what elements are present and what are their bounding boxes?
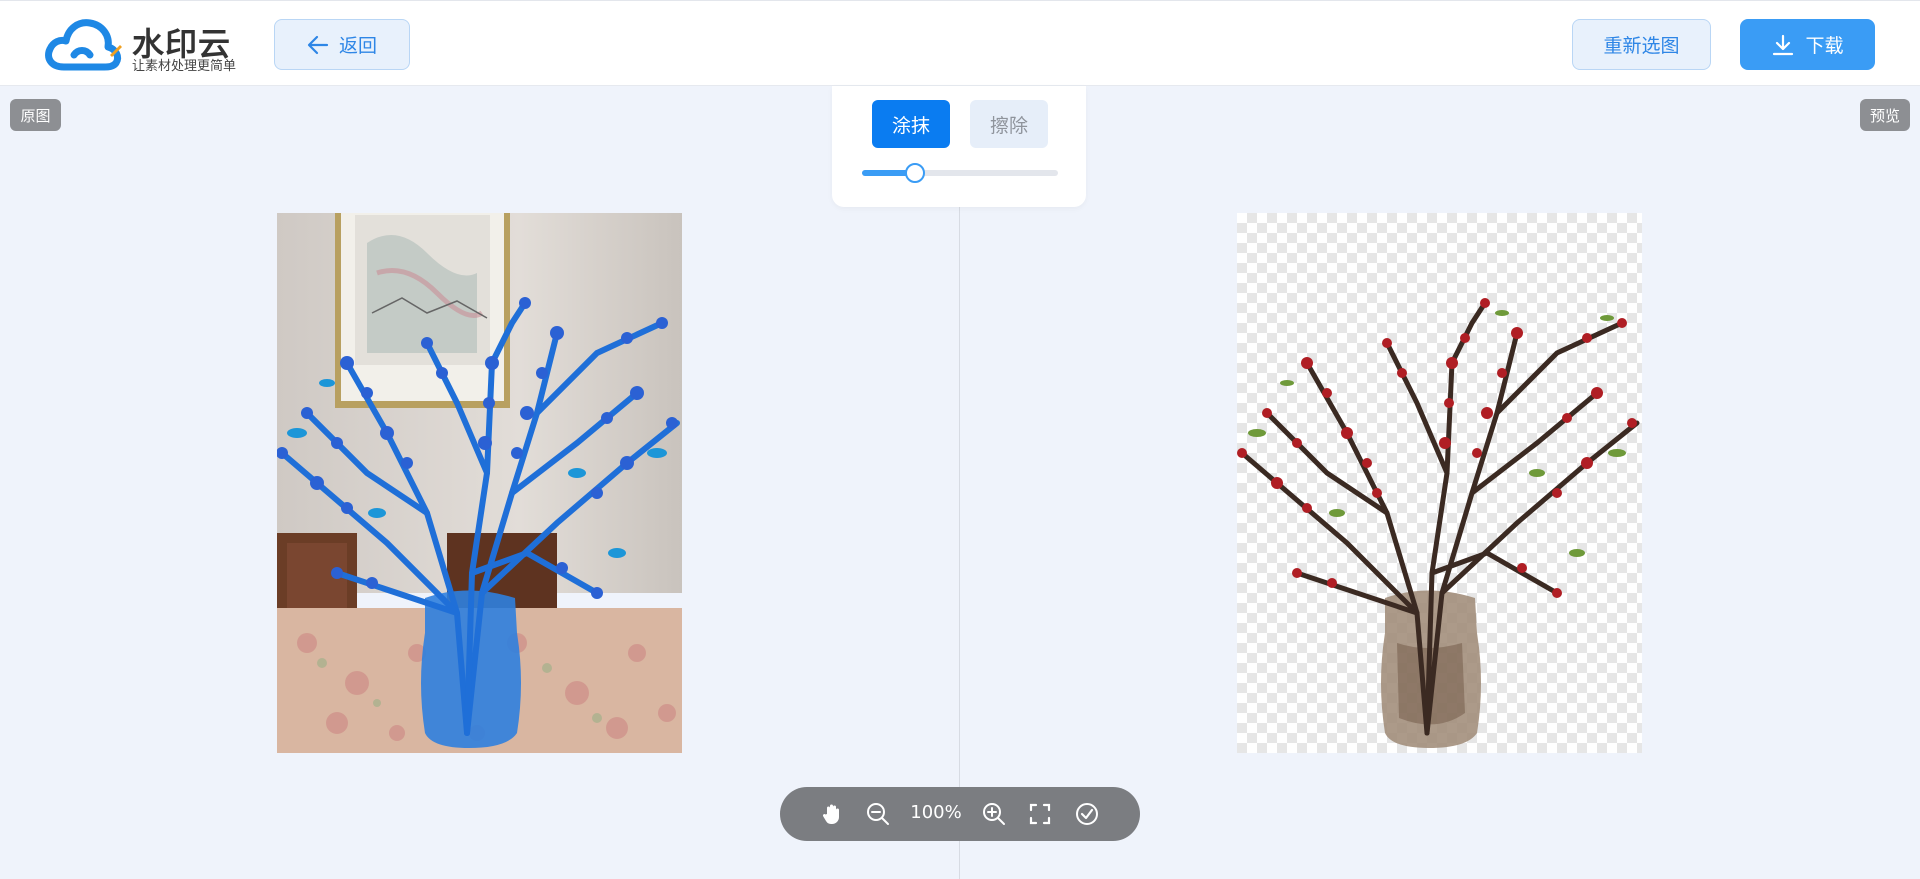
download-icon xyxy=(1773,34,1794,55)
preview-image[interactable] xyxy=(1237,213,1642,753)
check-circle-icon[interactable] xyxy=(1073,800,1101,828)
brush-size-slider[interactable] xyxy=(862,163,1058,183)
erase-mode-button[interactable]: 擦除 xyxy=(970,100,1048,148)
zoom-out-icon[interactable] xyxy=(864,800,892,828)
reselect-image-button[interactable]: 重新选图 xyxy=(1572,19,1711,70)
top-header: 水印云 让素材处理更简单 返回 重新选图 下载 xyxy=(0,0,1920,86)
hand-icon[interactable] xyxy=(818,800,846,828)
preview-label: 预览 xyxy=(1860,99,1910,131)
download-button[interactable]: 下载 xyxy=(1740,19,1875,70)
paint-mode-button[interactable]: 涂抹 xyxy=(872,100,950,148)
arrow-left-icon xyxy=(307,35,329,54)
brush-size-slider-thumb[interactable] xyxy=(904,163,925,183)
reselect-button-label: 重新选图 xyxy=(1603,35,1680,57)
download-button-label: 下载 xyxy=(1805,35,1844,57)
original-image[interactable] xyxy=(277,213,682,753)
back-button[interactable]: 返回 xyxy=(274,19,410,70)
original-label: 原图 xyxy=(10,99,61,131)
fullscreen-icon[interactable] xyxy=(1026,800,1054,828)
brush-tool-panel: 涂抹 擦除 xyxy=(832,86,1086,207)
back-button-label: 返回 xyxy=(338,35,377,57)
logo-tagline: 让素材处理更简单 xyxy=(132,59,237,74)
app-logo[interactable]: 水印云 让素材处理更简单 xyxy=(44,15,244,75)
zoom-level: 100% xyxy=(910,802,962,823)
zoom-in-icon[interactable] xyxy=(980,800,1008,828)
cloud-logo-icon xyxy=(45,19,122,71)
canvas-toolbar: 100% xyxy=(780,787,1140,841)
